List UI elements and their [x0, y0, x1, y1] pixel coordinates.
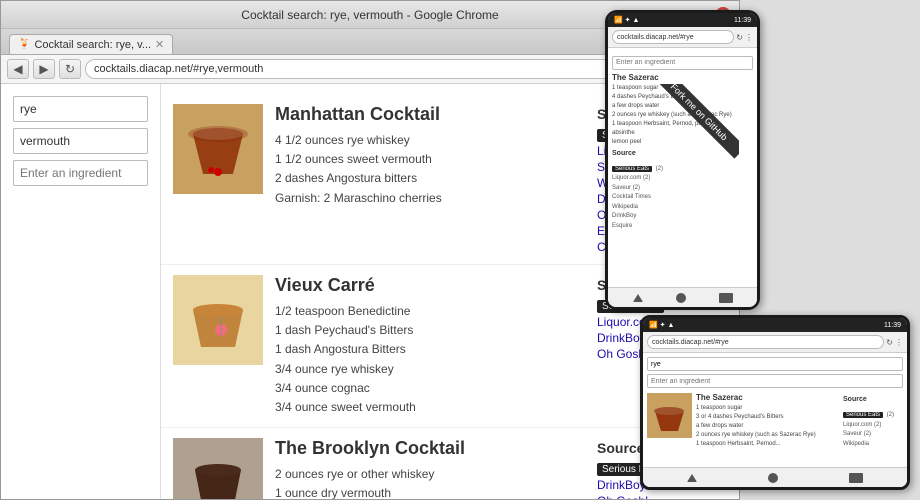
cocktail-details-vieux-carre: Vieux Carré 1/2 teaspoon Benedictine 1 d… [275, 275, 585, 417]
cocktail-image-vieux-carre [173, 275, 263, 365]
mobile-device-1: 📶 ✦ ▲ 11:39 cocktails.diacap.net/#rye ↻ … [605, 10, 760, 310]
mobile-source-badge-1: Serious Eats [612, 166, 652, 172]
sidebar [1, 84, 161, 499]
tab-close-button[interactable]: ✕ [155, 38, 164, 51]
mobile-bottom-bar-2 [643, 467, 907, 487]
mobile-home-btn-2[interactable] [768, 473, 778, 483]
mobile-status-bar-2: 📶 ✦ ▲ 11:39 [643, 318, 907, 332]
ingredient-input-2[interactable] [13, 128, 148, 154]
ingredient-input-3[interactable] [13, 160, 148, 186]
mobile-nav-icons-1: ↻ ⋮ [736, 33, 753, 42]
mobile-cocktail-row-2: The Sazerac 1 teaspoon sugar 3 or 4 dash… [647, 393, 903, 449]
back-button[interactable]: ◀ [7, 59, 29, 79]
mobile-source-list-2: Liquor.com (2) Saveur (2) Wikipedia [843, 421, 903, 450]
cocktail-details-brooklyn: The Brooklyn Cocktail 2 ounces rye or ot… [275, 438, 585, 499]
cocktail-ingredients-brooklyn: 2 ounces rye or other whiskey 1 ounce dr… [275, 465, 585, 499]
forward-button[interactable]: ▶ [33, 59, 55, 79]
cocktail-image-manhattan [173, 104, 263, 194]
mobile-home-btn-1[interactable] [676, 293, 686, 303]
mobile-back-btn-2[interactable] [687, 474, 697, 482]
mobile-browser-bar-1: cocktails.diacap.net/#rye ↻ ⋮ [608, 27, 757, 48]
tab-label: Cocktail search: rye, v... [34, 39, 151, 51]
cocktail-details-manhattan: Manhattan Cocktail 4 1/2 ounces rye whis… [275, 104, 585, 208]
cocktail-ingredients-vieux-carre: 1/2 teaspoon Benedictine 1 dash Peychaud… [275, 302, 585, 417]
mobile-recent-btn-2[interactable] [849, 473, 863, 483]
mobile-recent-btn-1[interactable] [719, 293, 733, 303]
mobile-search-input-1[interactable] [612, 56, 753, 70]
mobile-menu-icon[interactable]: ⋮ [745, 33, 753, 42]
mobile-cocktail-name-1: The Sazerac [612, 73, 753, 82]
mobile-status-bar-1: 📶 ✦ ▲ 11:39 [608, 13, 757, 27]
tab-favicon: 🍹 [18, 39, 30, 50]
mobile-refresh-icon-2[interactable]: ↻ [886, 338, 893, 347]
mobile-ingredients-2: 1 teaspoon sugar 3 or 4 dashes Peychaud'… [696, 404, 839, 449]
mobile-address-2[interactable]: cocktails.diacap.net/#rye [647, 335, 884, 349]
mobile-search-input-2[interactable] [647, 357, 903, 371]
cocktail-image-brooklyn [173, 438, 263, 499]
mobile-source-title-1: Source [612, 150, 753, 157]
mobile-bottom-bar-1 [608, 287, 757, 307]
mobile-search-input-3[interactable] [647, 374, 903, 388]
mobile-back-btn-1[interactable] [633, 294, 643, 302]
mobile-screen-2: 📶 ✦ ▲ 11:39 cocktails.diacap.net/#rye ↻ … [643, 318, 907, 487]
refresh-button[interactable]: ↻ [59, 59, 81, 79]
mobile-ingredients-1: 1 teaspoon sugar 4 dashes Peychaud's Bit… [612, 84, 753, 147]
cocktail-name-vieux-carre: Vieux Carré [275, 275, 585, 296]
mobile-refresh-icon[interactable]: ↻ [736, 33, 743, 42]
mobile-cocktail-details-2: The Sazerac 1 teaspoon sugar 3 or 4 dash… [696, 393, 839, 449]
cocktail-ingredients-manhattan: 4 1/2 ounces rye whiskey 1 1/2 ounces sw… [275, 131, 585, 208]
mobile-cocktail-name-2: The Sazerac [696, 393, 839, 402]
mobile-source-list-1: Liquor.com (2) Saveur (2) Cocktail Times… [612, 174, 753, 232]
mobile-source-section-2: Source Serious Eats (2) Liquor.com (2) S… [843, 393, 903, 449]
source-link-bk-ohgosh[interactable]: Oh Gosh! [597, 494, 727, 499]
mobile-screen-1: 📶 ✦ ▲ 11:39 cocktails.diacap.net/#rye ↻ … [608, 13, 757, 307]
mobile-menu-icon-2[interactable]: ⋮ [895, 338, 903, 347]
ingredient-input-1[interactable] [13, 96, 148, 122]
cocktail-name-brooklyn: The Brooklyn Cocktail [275, 438, 585, 459]
mobile-nav-icons-2: ↻ ⋮ [886, 338, 903, 347]
mobile-cocktail-image-2 [647, 393, 692, 438]
browser-title: Cocktail search: rye, vermouth - Google … [241, 8, 498, 22]
mobile-content-2: The Sazerac 1 teaspoon sugar 3 or 4 dash… [643, 353, 907, 467]
mobile-device-2: 📶 ✦ ▲ 11:39 cocktails.diacap.net/#rye ↻ … [640, 315, 910, 490]
mobile-source-badge-2: Serious Eats [843, 412, 883, 418]
cocktail-name-manhattan: Manhattan Cocktail [275, 104, 585, 125]
mobile-browser-bar-2: cocktails.diacap.net/#rye ↻ ⋮ [643, 332, 907, 353]
mobile-address-1[interactable]: cocktails.diacap.net/#rye [612, 30, 734, 44]
mobile-source-title-2: Source [843, 396, 903, 403]
mobile-content-1: The Sazerac 1 teaspoon sugar 4 dashes Pe… [608, 48, 757, 287]
browser-tab[interactable]: 🍹 Cocktail search: rye, v... ✕ [9, 34, 173, 54]
